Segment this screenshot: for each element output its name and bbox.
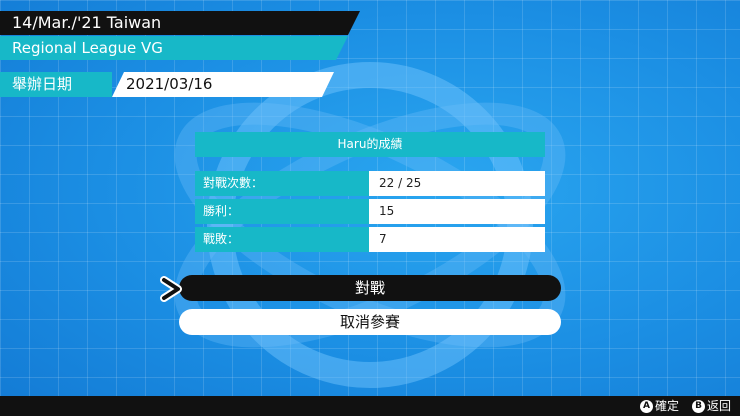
selection-cursor-icon (160, 276, 182, 302)
a-button-icon: A (640, 399, 653, 413)
b-button-icon: B (692, 399, 705, 413)
stat-label: 對戰次數： (195, 171, 369, 196)
back-label: 返回 (707, 399, 732, 413)
stat-value: 22 / 25 (369, 171, 545, 196)
league-name: Regional League VG (0, 36, 348, 60)
record-heading: Haru的成績 (195, 132, 545, 157)
stat-value: 15 (369, 199, 545, 224)
stat-row-battles: 對戰次數： 22 / 25 (195, 171, 545, 196)
back-hint[interactable]: B 返回 (692, 396, 731, 416)
tournament-title: 14/Mar./'21 Taiwan (0, 11, 360, 35)
battle-button[interactable]: 對戰 (179, 275, 561, 301)
cancel-entry-button[interactable]: 取消參賽 (179, 309, 561, 335)
stat-label: 勝利： (195, 199, 369, 224)
confirm-label: 確定 (655, 399, 680, 413)
confirm-hint[interactable]: A 確定 (640, 396, 679, 416)
stat-row-wins: 勝利： 15 (195, 199, 545, 224)
date-value: 2021/03/16 (112, 72, 334, 97)
control-hints-bar: A 確定 B 返回 (0, 396, 740, 416)
stat-label: 戰敗： (195, 227, 369, 252)
stat-row-losses: 戰敗： 7 (195, 227, 545, 252)
stat-value: 7 (369, 227, 545, 252)
date-label: 舉辦日期 (0, 72, 112, 97)
